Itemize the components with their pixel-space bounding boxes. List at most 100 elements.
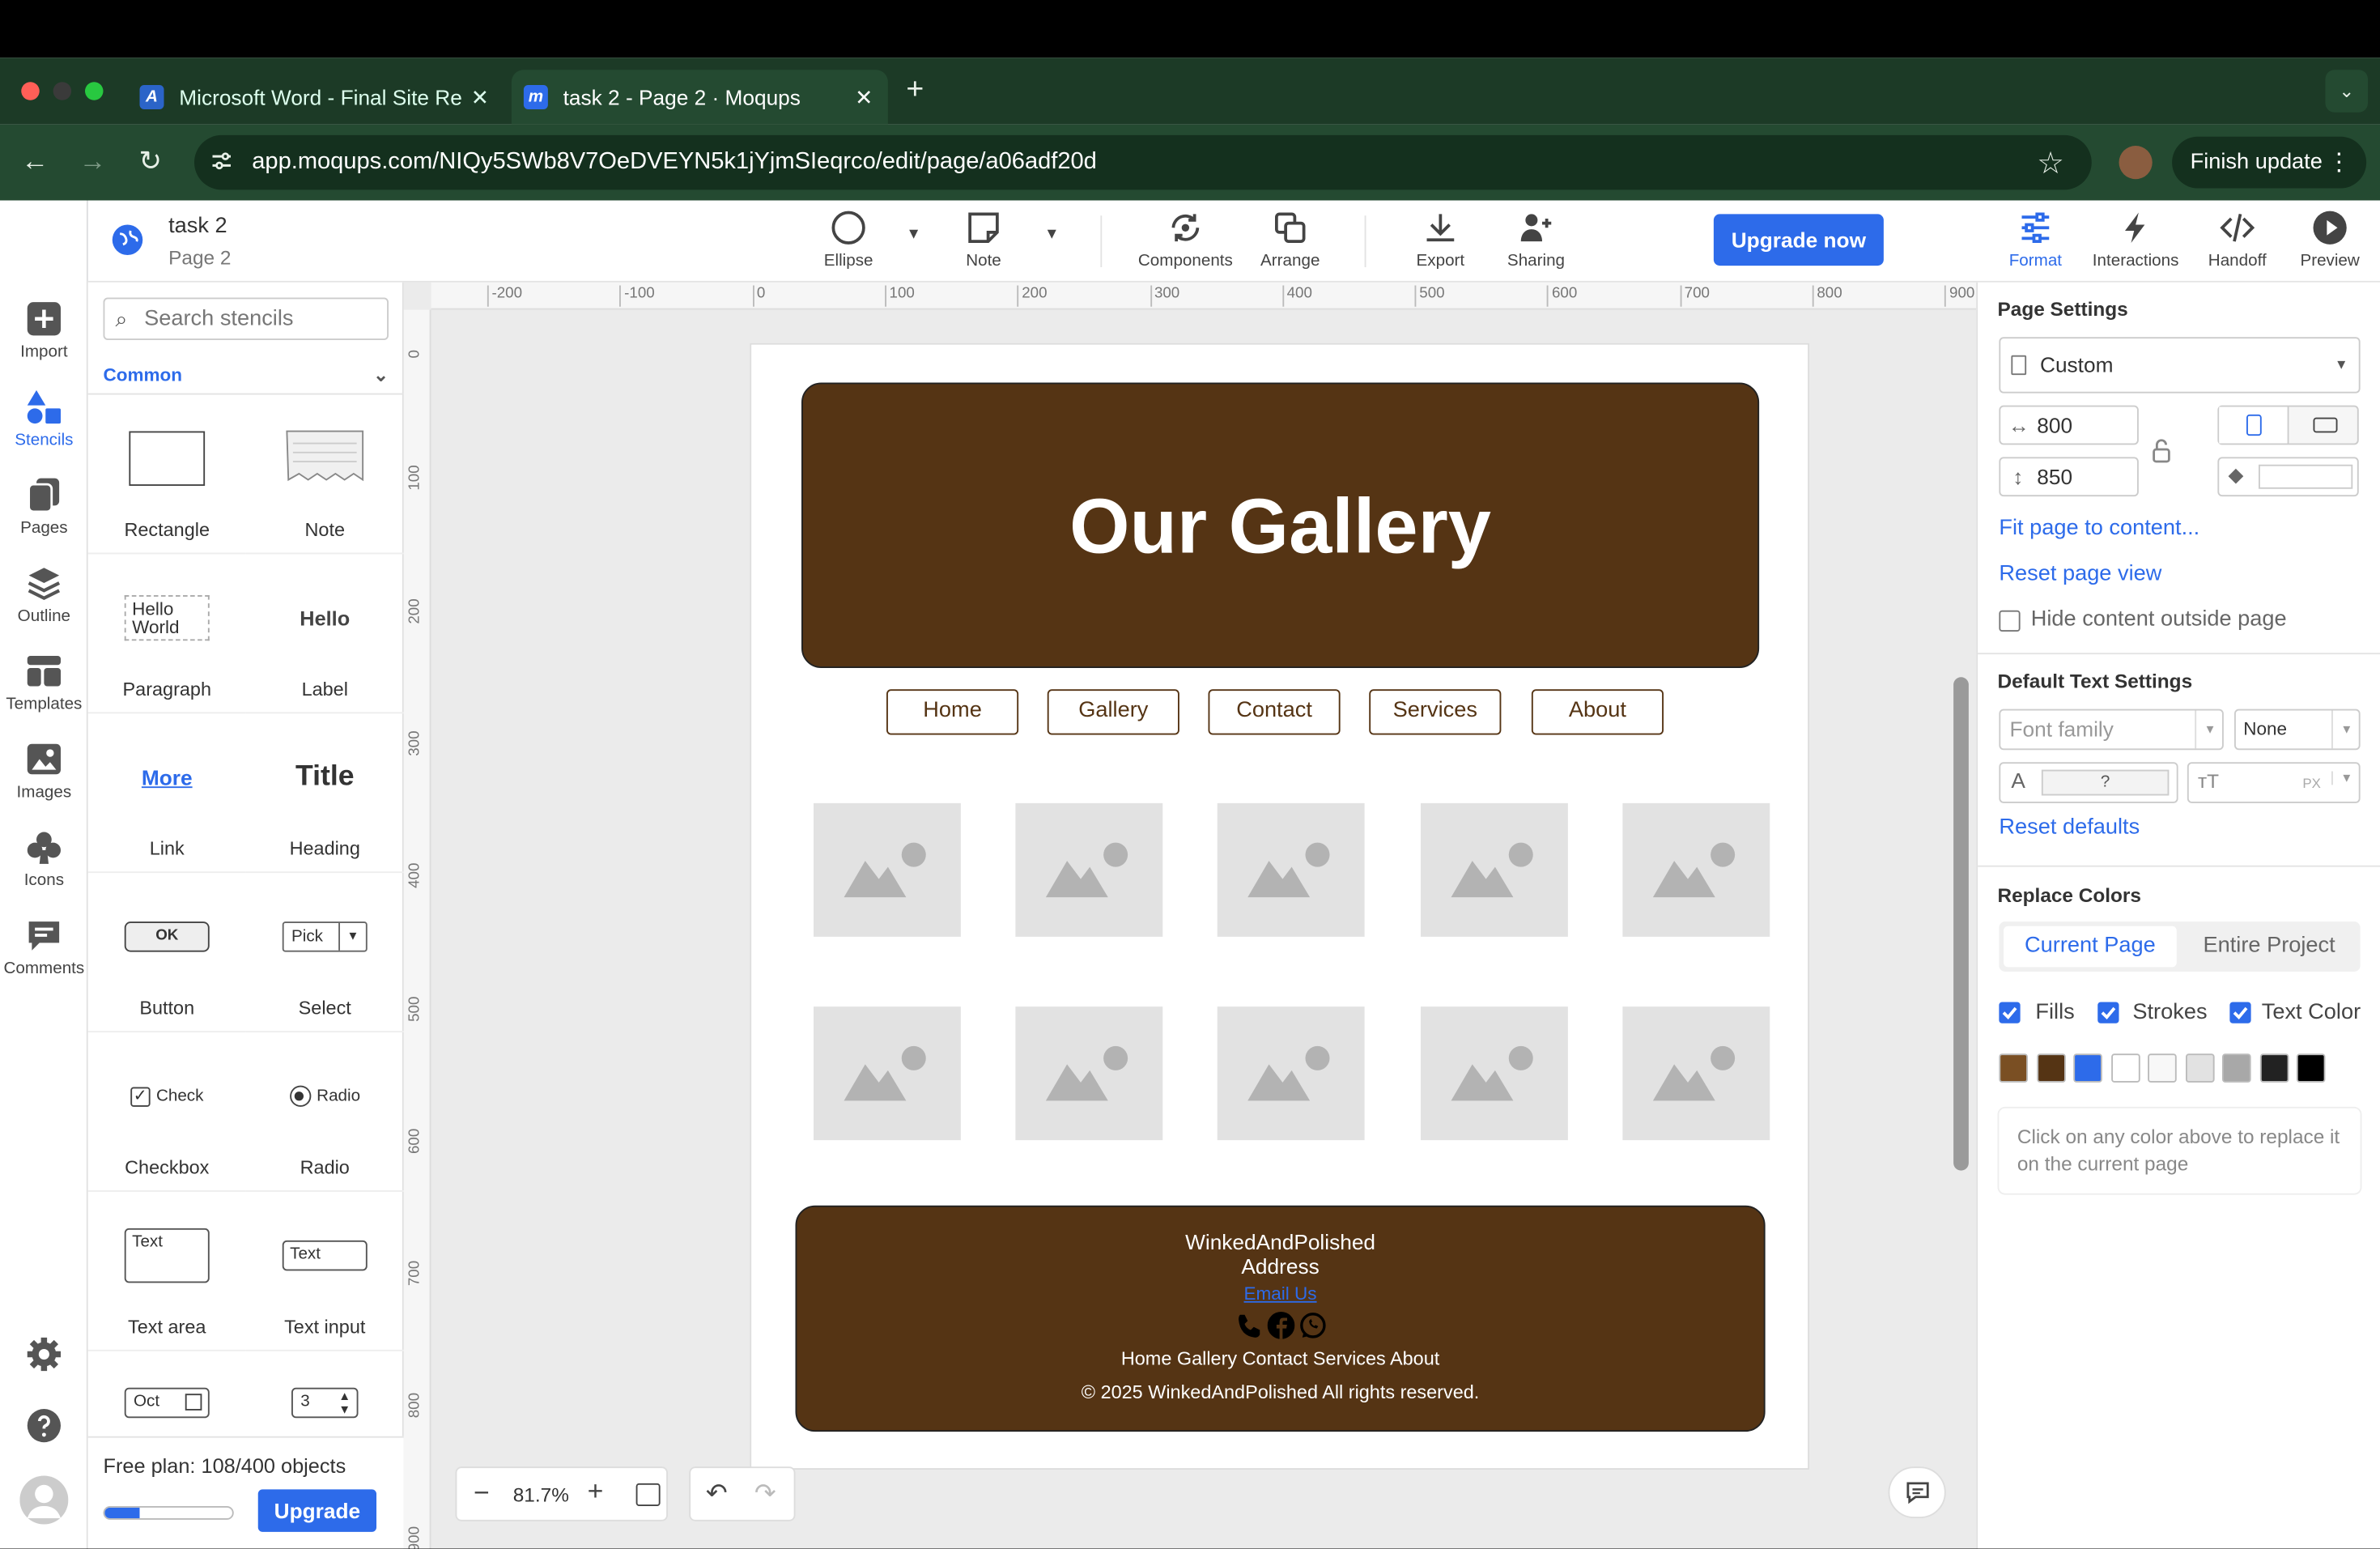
tab-current-page[interactable]: Current Page <box>2004 926 2177 968</box>
fit-screen-icon[interactable] <box>635 1483 661 1506</box>
tab-list-chevron-icon[interactable]: ⌄ <box>2325 70 2368 113</box>
nav-button-contact[interactable]: Contact <box>1208 689 1341 735</box>
note-dropdown-icon[interactable]: ▼ <box>1044 226 1060 243</box>
text-color-checkbox[interactable] <box>2229 1002 2251 1023</box>
image-placeholder[interactable] <box>1015 1006 1163 1141</box>
font-family-select[interactable]: Font family ▼ <box>1999 709 2224 751</box>
stencil-rectangle[interactable]: Rectangle <box>87 395 246 555</box>
footer-block[interactable]: WinkedAndPolished Address Email Us Home … <box>795 1205 1766 1432</box>
stencil-label[interactable]: Hello Label <box>245 554 404 714</box>
footer-email-link[interactable]: Email Us <box>797 1279 1763 1309</box>
site-settings-icon[interactable] <box>210 149 234 173</box>
chat-button[interactable] <box>1888 1466 1946 1518</box>
strokes-checkbox[interactable] <box>2097 1002 2119 1023</box>
sidebar-item-comments[interactable]: Comments <box>0 917 88 978</box>
mockup-page[interactable]: Our Gallery Home Gallery Contact Service… <box>750 343 1809 1470</box>
back-icon[interactable]: ← <box>19 146 52 177</box>
width-input[interactable]: ↔ 800 <box>1999 405 2139 445</box>
stencil-number-stepper[interactable]: 3 ▲ ▼ <box>246 1351 404 1436</box>
settings-button[interactable] <box>0 1336 88 1379</box>
stencil-text-input[interactable]: Text Text input <box>245 1192 404 1351</box>
image-placeholder[interactable] <box>814 1006 961 1141</box>
color-swatch[interactable] <box>2148 1053 2177 1083</box>
nav-button-about[interactable]: About <box>1531 689 1664 735</box>
stencil-radio[interactable]: Radio Radio <box>245 1032 404 1192</box>
image-placeholder[interactable] <box>1217 802 1365 937</box>
footer-links[interactable]: Home Gallery Contact Services About <box>797 1343 1763 1376</box>
lock-ratio-icon[interactable] <box>2151 437 2172 465</box>
stencil-note[interactable]: Note <box>245 395 404 555</box>
image-placeholder[interactable] <box>1217 1006 1365 1141</box>
reset-defaults-link[interactable]: Reset defaults <box>1999 815 2140 840</box>
zoom-in-icon[interactable]: + <box>588 1476 604 1508</box>
handoff-tab[interactable]: Handoff <box>2204 210 2272 270</box>
page-name[interactable]: Page 2 <box>168 246 231 269</box>
sidebar-item-pages[interactable]: Pages <box>0 477 88 538</box>
reload-icon[interactable]: ↻ <box>134 146 167 177</box>
color-swatch[interactable] <box>2036 1053 2065 1083</box>
more-vert-icon[interactable]: ⋮ <box>2327 147 2351 178</box>
nav-button-services[interactable]: Services <box>1369 689 1502 735</box>
upgrade-button[interactable]: Upgrade <box>257 1489 376 1532</box>
font-style-select[interactable]: None ▼ <box>2234 709 2361 751</box>
sidebar-item-import[interactable]: Import <box>0 300 88 361</box>
ellipse-tool[interactable]: Ellipse <box>814 210 883 270</box>
color-swatch[interactable] <box>2296 1053 2326 1083</box>
interactions-tab[interactable]: Interactions <box>2085 210 2186 270</box>
font-size-field[interactable]: ᴛT PX ▼ <box>2187 762 2361 803</box>
phone-icon[interactable] <box>1235 1312 1262 1339</box>
page-fill-color[interactable]: ◆ <box>2217 457 2359 497</box>
sidebar-item-stencils[interactable]: Stencils <box>0 389 88 449</box>
fit-page-link[interactable]: Fit page to content... <box>1999 517 2199 541</box>
font-color-field[interactable]: A ? <box>1999 762 2178 803</box>
export-tool[interactable]: Export <box>1410 210 1471 270</box>
tab-word[interactable]: A Microsoft Word - Final Site Re ✕ <box>128 70 504 125</box>
stencil-checkbox[interactable]: ✓ Check Checkbox <box>87 1032 246 1192</box>
hero-banner[interactable]: Our Gallery <box>801 382 1760 668</box>
upgrade-now-button[interactable]: Upgrade now <box>1713 214 1884 266</box>
zoom-level[interactable]: 81.7% <box>513 1483 569 1506</box>
stencil-paragraph[interactable]: Hello World Paragraph <box>87 554 246 714</box>
color-swatch[interactable] <box>1999 1053 2028 1083</box>
url-field[interactable]: app.moqups.com/NIQy5SWb8V7OeDVEYN5k1jYjm… <box>194 134 2092 190</box>
vertical-scrollbar[interactable] <box>1953 677 1969 1171</box>
help-button[interactable] <box>0 1407 88 1450</box>
hide-outside-checkbox[interactable] <box>1999 610 2021 632</box>
bookmark-star-icon[interactable]: ☆ <box>2037 144 2064 182</box>
stencil-text-area[interactable]: Text Text area <box>87 1192 246 1351</box>
color-swatch[interactable] <box>2259 1053 2289 1083</box>
fills-checkbox[interactable] <box>1999 1002 2021 1023</box>
search-stencils-input[interactable]: ⌕ Search stencils <box>103 297 389 340</box>
nav-button-gallery[interactable]: Gallery <box>1047 689 1179 735</box>
sharing-tool[interactable]: Sharing <box>1502 210 1570 270</box>
image-placeholder[interactable] <box>1622 802 1770 937</box>
facebook-icon[interactable] <box>1266 1312 1294 1339</box>
tab-close-icon[interactable]: ✕ <box>855 85 873 111</box>
stencil-date-picker[interactable]: Oct <box>88 1351 246 1436</box>
image-placeholder[interactable] <box>1622 1006 1770 1141</box>
landscape-button[interactable] <box>2290 407 2358 444</box>
stencil-button[interactable]: OK Button <box>87 873 246 1032</box>
nav-button-home[interactable]: Home <box>886 689 1019 735</box>
preview-tab[interactable]: Preview <box>2298 210 2362 270</box>
zoom-out-icon[interactable]: − <box>474 1477 490 1509</box>
whatsapp-icon[interactable] <box>1298 1312 1326 1339</box>
undo-icon[interactable]: ↶ <box>706 1479 728 1509</box>
finish-update-button[interactable]: Finish update ⋮ <box>2172 136 2367 189</box>
canvas-area[interactable]: -200 -100 0 100 200 300 400 500 600 700 800 900 0 10… <box>403 282 1977 1549</box>
color-swatch[interactable] <box>2110 1053 2140 1083</box>
image-placeholder[interactable] <box>1421 1006 1568 1141</box>
reset-page-view-link[interactable]: Reset page view <box>1999 562 2161 586</box>
ellipse-dropdown-icon[interactable]: ▼ <box>906 226 921 243</box>
stencil-heading[interactable]: Title Heading <box>245 713 404 874</box>
maximize-window-button[interactable] <box>85 82 104 100</box>
portrait-button[interactable] <box>2219 406 2289 444</box>
image-placeholder[interactable] <box>1421 802 1568 937</box>
format-tab[interactable]: Format <box>2004 210 2068 270</box>
note-tool[interactable]: Note <box>950 210 1018 270</box>
image-placeholder[interactable] <box>814 802 961 937</box>
close-window-button[interactable] <box>21 82 40 100</box>
redo-icon[interactable]: ↷ <box>754 1479 776 1509</box>
page-size-select[interactable]: Custom ▼ <box>1999 337 2361 394</box>
tab-moqups[interactable]: m task 2 - Page 2 · Moqups ✕ <box>511 70 888 125</box>
